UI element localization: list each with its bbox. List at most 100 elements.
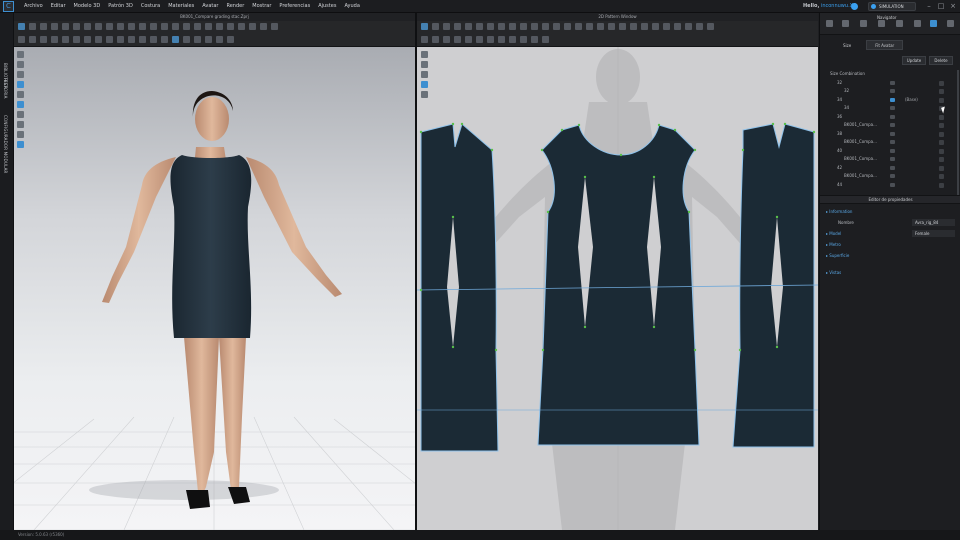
- brush-icon[interactable]: [95, 23, 102, 30]
- select-tool-icon[interactable]: [18, 23, 25, 30]
- buttonhole-icon[interactable]: [150, 23, 157, 30]
- name-field[interactable]: Avra_rig_84: [912, 219, 955, 226]
- menu-render[interactable]: Render: [222, 0, 248, 13]
- tab-size[interactable]: Size: [834, 40, 860, 50]
- edit-icon[interactable]: [896, 20, 903, 27]
- topstitch-icon[interactable]: [172, 23, 179, 30]
- tree-row[interactable]: 44: [830, 181, 958, 190]
- show-length-icon[interactable]: [454, 36, 461, 43]
- lock-icon[interactable]: [939, 89, 944, 94]
- tree-row[interactable]: 34 (Base): [830, 96, 958, 105]
- symmetry-icon[interactable]: [663, 23, 670, 30]
- tack-icon[interactable]: [73, 23, 80, 30]
- menu-patron-3d[interactable]: Patrón 3D: [104, 0, 137, 13]
- visibility-icon[interactable]: [890, 114, 895, 119]
- strain-map-icon[interactable]: [73, 36, 80, 43]
- app-logo-icon[interactable]: C: [3, 1, 14, 12]
- rectangle-icon[interactable]: [487, 23, 494, 30]
- texture-icon[interactable]: [194, 23, 201, 30]
- menu-materiales[interactable]: Materiales: [164, 0, 198, 13]
- thickness-icon[interactable]: [161, 36, 168, 43]
- stress-map-icon[interactable]: [84, 36, 91, 43]
- view-avatar-icon[interactable]: [17, 81, 24, 88]
- lock-icon[interactable]: [939, 114, 944, 120]
- fit-map-icon[interactable]: [95, 36, 102, 43]
- edit-point-icon[interactable]: [443, 23, 450, 30]
- view-measure-icon[interactable]: [17, 121, 24, 128]
- pin-icon[interactable]: [62, 23, 69, 30]
- lock-icon[interactable]: [939, 148, 944, 154]
- lock-icon[interactable]: [939, 174, 944, 179]
- trim-icon[interactable]: [161, 23, 168, 30]
- tree-row[interactable]: BK001_Compa...: [830, 121, 958, 130]
- panel-menu-icon[interactable]: [947, 20, 954, 27]
- visibility-icon[interactable]: [890, 165, 895, 170]
- lock-icon[interactable]: [939, 140, 944, 145]
- lock-icon[interactable]: [939, 182, 944, 188]
- user-greeting[interactable]: Hello, inconnuwu.X3: [803, 0, 856, 13]
- avatar[interactable]: [851, 3, 858, 10]
- camera-icon[interactable]: [260, 23, 267, 30]
- transform-pattern-icon[interactable]: [432, 23, 439, 30]
- measure-icon[interactable]: [84, 23, 91, 30]
- shrink-icon[interactable]: [117, 23, 124, 30]
- notch-icon[interactable]: [586, 23, 593, 30]
- edit-pattern-icon[interactable]: [421, 23, 428, 30]
- section-superficie[interactable]: Superficie: [820, 250, 960, 261]
- split-icon[interactable]: [652, 23, 659, 30]
- trace-icon[interactable]: [553, 23, 560, 30]
- view-camera-icon[interactable]: [17, 61, 24, 68]
- lock-icon[interactable]: [939, 165, 944, 171]
- show-measure-icon[interactable]: [205, 36, 212, 43]
- zoom-fit-icon[interactable]: [520, 36, 527, 43]
- visibility-icon[interactable]: [890, 157, 895, 161]
- button-tool-icon[interactable]: [139, 23, 146, 30]
- video-icon[interactable]: [227, 36, 234, 43]
- internal-circle-icon[interactable]: [531, 23, 538, 30]
- section-metro[interactable]: Metro: [820, 239, 960, 250]
- list-icon[interactable]: [826, 20, 833, 27]
- tree-row[interactable]: 34: [830, 104, 958, 113]
- avatar-icon[interactable]: [216, 23, 223, 30]
- view-pin-icon[interactable]: [17, 111, 24, 118]
- visibility-icon[interactable]: [890, 106, 895, 110]
- tree-row[interactable]: BK001_Compa...: [830, 172, 958, 181]
- hanger-icon[interactable]: [227, 23, 234, 30]
- tree-row[interactable]: 42: [830, 164, 958, 173]
- fold-arrangement-icon[interactable]: [608, 23, 615, 30]
- fabric-icon[interactable]: [878, 20, 885, 27]
- offset-icon[interactable]: [564, 23, 571, 30]
- steam-icon[interactable]: [106, 23, 113, 30]
- wireframe-icon[interactable]: [139, 36, 146, 43]
- merge-icon[interactable]: [641, 23, 648, 30]
- internal-polygon-icon[interactable]: [509, 23, 516, 30]
- tree-row[interactable]: 40: [830, 147, 958, 156]
- lock-icon[interactable]: [939, 97, 944, 103]
- menu-modelo-3d[interactable]: Modelo 3D: [70, 0, 105, 13]
- transform-icon[interactable]: [40, 23, 47, 30]
- puckering-icon[interactable]: [183, 23, 190, 30]
- dart-icon[interactable]: [542, 23, 549, 30]
- zipper-icon[interactable]: [128, 23, 135, 30]
- menu-ajustes[interactable]: Ajustes: [314, 0, 340, 13]
- close-icon[interactable]: ×: [949, 2, 957, 10]
- show-seam-2d-icon[interactable]: [443, 36, 450, 43]
- lock-icon[interactable]: [939, 123, 944, 128]
- snapshot-icon[interactable]: [216, 36, 223, 43]
- show-avatar-2d-icon[interactable]: [432, 36, 439, 43]
- show-pins-icon[interactable]: [194, 36, 201, 43]
- check-seam-icon[interactable]: [62, 36, 69, 43]
- tree-scrollbar[interactable]: [957, 70, 959, 200]
- visibility-icon[interactable]: [890, 174, 895, 178]
- visibility-icon[interactable]: [890, 123, 895, 127]
- visibility-icon[interactable]: [890, 80, 895, 85]
- show-baseline-icon[interactable]: [476, 36, 483, 43]
- pose-icon[interactable]: [249, 23, 256, 30]
- size-icon[interactable]: [914, 20, 921, 27]
- tree-row[interactable]: 32: [830, 87, 958, 96]
- show-grid-icon[interactable]: [421, 36, 428, 43]
- render-icon[interactable]: [271, 23, 278, 30]
- tree-row[interactable]: 36: [830, 113, 958, 122]
- grainline-icon[interactable]: [696, 23, 703, 30]
- graphic-icon[interactable]: [205, 23, 212, 30]
